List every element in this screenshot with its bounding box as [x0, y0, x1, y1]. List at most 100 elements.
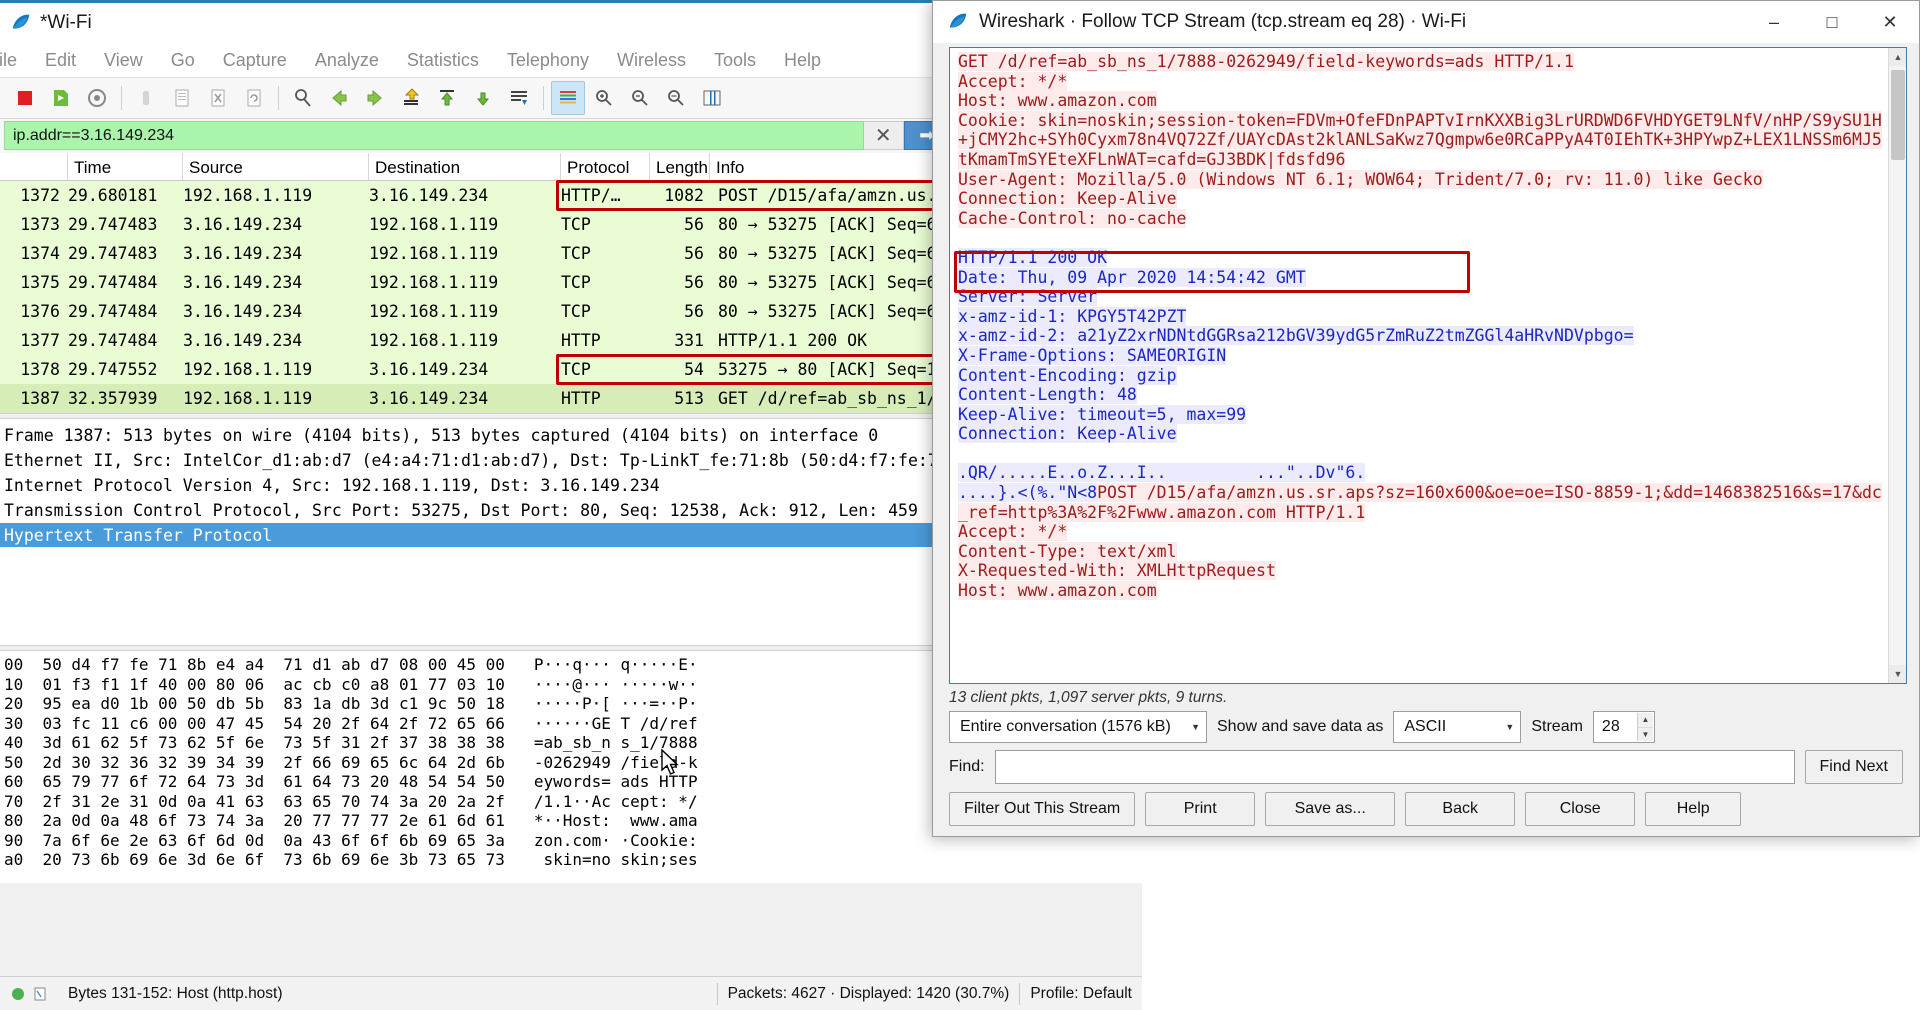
dialog-minimize-button[interactable]: – — [1745, 1, 1803, 43]
resize-columns-icon[interactable] — [695, 81, 729, 115]
cell-time: 29.747484 — [68, 273, 158, 292]
autoscroll-icon[interactable] — [502, 81, 536, 115]
cell-source: 3.16.149.234 — [183, 273, 303, 292]
menu-help[interactable]: Help — [770, 46, 835, 75]
bytes-line: a0 20 73 6b 69 6e 3d 6e 6f 73 6b 69 6e 3… — [0, 850, 1142, 870]
cell-source: 3.16.149.234 — [183, 302, 303, 321]
bytes-offset: 80 — [4, 811, 24, 830]
bytes-hex: 50 d4 f7 fe 71 8b e4 a4 71 d1 ab d7 08 0… — [42, 655, 505, 674]
dialog-maximize-button[interactable]: □ — [1803, 1, 1861, 43]
cell-length: 56 — [684, 215, 704, 234]
restart-capture-icon[interactable] — [80, 81, 114, 115]
stream-number-value: 28 — [1601, 718, 1620, 735]
close-button[interactable]: Close — [1525, 792, 1636, 826]
go-first-packet-icon[interactable] — [430, 81, 464, 115]
column-header-length[interactable]: Length — [650, 153, 710, 180]
bytes-ascii: /1.1··Ac cept: */ — [533, 791, 698, 811]
follow-tcp-stream-dialog: Wireshark · Follow TCP Stream (tcp.strea… — [932, 0, 1920, 837]
bytes-ascii: =ab_sb_n s_1/7888 — [533, 733, 698, 752]
back-button[interactable]: Back — [1405, 792, 1516, 826]
status-packets-info: Packets: 4627 · Displayed: 1420 (30.7%) — [727, 984, 1010, 1002]
go-forward-icon[interactable] — [358, 81, 392, 115]
stream-scrollbar[interactable]: ▲ ▼ — [1888, 48, 1906, 683]
go-to-packet-icon[interactable] — [394, 81, 428, 115]
clear-filter-icon[interactable]: ✕ — [863, 121, 904, 150]
bytes-offset: 70 — [4, 791, 24, 811]
column-header-no[interactable]: No. — [0, 153, 68, 180]
bytes-offset: 50 — [4, 752, 24, 772]
stepper-down-icon[interactable]: ▼ — [1636, 727, 1653, 741]
zoom-out-icon[interactable] — [623, 81, 657, 115]
zoom-in-icon[interactable] — [587, 81, 621, 115]
column-header-time[interactable]: Time — [68, 153, 183, 180]
scrollbar-thumb[interactable] — [1891, 70, 1905, 160]
close-file-icon[interactable] — [201, 81, 235, 115]
menu-analyze[interactable]: Analyze — [301, 46, 393, 75]
cell-destination: 192.168.1.119 — [369, 331, 499, 350]
help-button[interactable]: Help — [1645, 792, 1742, 826]
column-header-source[interactable]: Source — [183, 153, 369, 180]
column-header-protocol[interactable]: Protocol — [561, 153, 650, 180]
chevron-down-icon: ▼ — [1505, 722, 1515, 732]
stream-label: Stream — [1531, 718, 1583, 735]
menu-file[interactable]: File — [0, 46, 31, 75]
menu-capture[interactable]: Capture — [209, 46, 301, 75]
print-button[interactable]: Print — [1145, 792, 1256, 826]
dialog-find-row: Find: Find Next — [933, 747, 1919, 790]
menu-tools[interactable]: Tools — [700, 46, 770, 75]
conversation-select[interactable]: Entire conversation (1576 kB) ▼ — [949, 711, 1207, 743]
bytes-offset: 40 — [4, 733, 24, 752]
cell-no: 1376 — [20, 302, 60, 321]
open-file-icon[interactable] — [165, 81, 199, 115]
cell-source: 3.16.149.234 — [183, 331, 303, 350]
reload-file-icon[interactable] — [237, 81, 271, 115]
stream-segment-response-1: HTTP/1.1 200 OK Date: Thu, 09 Apr 2020 1… — [958, 247, 1634, 503]
encoding-select-value: ASCII — [1404, 718, 1447, 735]
toolbar-separator — [278, 86, 279, 110]
scroll-up-icon[interactable]: ▲ — [1889, 48, 1906, 66]
stream-text-area[interactable]: GET /d/ref=ab_sb_ns_1/7888-0262949/field… — [950, 48, 1888, 683]
bytes-ascii: *··Host: www.ama — [533, 811, 698, 830]
scroll-down-icon[interactable]: ▼ — [1889, 665, 1906, 683]
stream-content-box[interactable]: GET /d/ref=ab_sb_ns_1/7888-0262949/field… — [949, 47, 1907, 684]
go-back-icon[interactable] — [322, 81, 356, 115]
encoding-select[interactable]: ASCII ▼ — [1393, 711, 1522, 743]
menu-edit[interactable]: Edit — [31, 46, 90, 75]
filter-out-stream-button[interactable]: Filter Out This Stream — [949, 792, 1136, 826]
conversation-select-value: Entire conversation (1576 kB) — [960, 718, 1171, 735]
cell-no: 1377 — [20, 331, 60, 350]
find-input[interactable] — [994, 750, 1795, 784]
stream-number-stepper[interactable]: 28 ▲ ▼ — [1592, 711, 1655, 743]
menu-statistics[interactable]: Statistics — [393, 46, 493, 75]
start-capture-icon[interactable] — [8, 81, 42, 115]
cell-length: 56 — [684, 273, 704, 292]
menu-telephony[interactable]: Telephony — [493, 46, 603, 75]
display-filter-input[interactable]: ip.addr==3.16.149.234 — [4, 121, 864, 150]
bytes-hex: 2d 30 32 36 32 39 34 39 2f 66 69 65 6c 6… — [42, 752, 505, 772]
colorize-icon[interactable] — [551, 81, 585, 115]
bytes-offset: 00 — [4, 655, 24, 674]
status-profile[interactable]: Profile: Default — [1020, 985, 1142, 1003]
menu-go[interactable]: Go — [157, 46, 209, 75]
cell-protocol: HTTP — [561, 389, 601, 408]
capture-options-icon[interactable] — [129, 81, 163, 115]
menu-wireless[interactable]: Wireless — [603, 46, 700, 75]
dialog-title: Wireshark · Follow TCP Stream (tcp.strea… — [979, 11, 1467, 32]
find-packet-icon[interactable] — [286, 81, 320, 115]
main-window-title: *Wi-Fi — [40, 12, 92, 33]
stop-capture-icon[interactable] — [44, 81, 78, 115]
stepper-buttons: ▲ ▼ — [1636, 713, 1653, 741]
save-as-button[interactable]: Save as... — [1265, 792, 1396, 826]
status-expert-info[interactable] — [0, 986, 58, 1002]
column-header-destination[interactable]: Destination — [369, 153, 561, 180]
menu-view[interactable]: View — [90, 46, 157, 75]
go-last-packet-icon[interactable] — [466, 81, 500, 115]
zoom-reset-icon[interactable] — [659, 81, 693, 115]
cell-destination: 3.16.149.234 — [369, 186, 489, 205]
dialog-close-button[interactable]: ✕ — [1861, 1, 1919, 43]
stepper-up-icon[interactable]: ▲ — [1636, 713, 1653, 728]
cell-time: 29.680181 — [68, 186, 158, 205]
bytes-hex: 95 ea d0 1b 00 50 db 5b 83 1a db 3d c1 9… — [42, 694, 505, 713]
find-next-button[interactable]: Find Next — [1804, 750, 1903, 784]
cell-destination: 192.168.1.119 — [369, 302, 499, 321]
